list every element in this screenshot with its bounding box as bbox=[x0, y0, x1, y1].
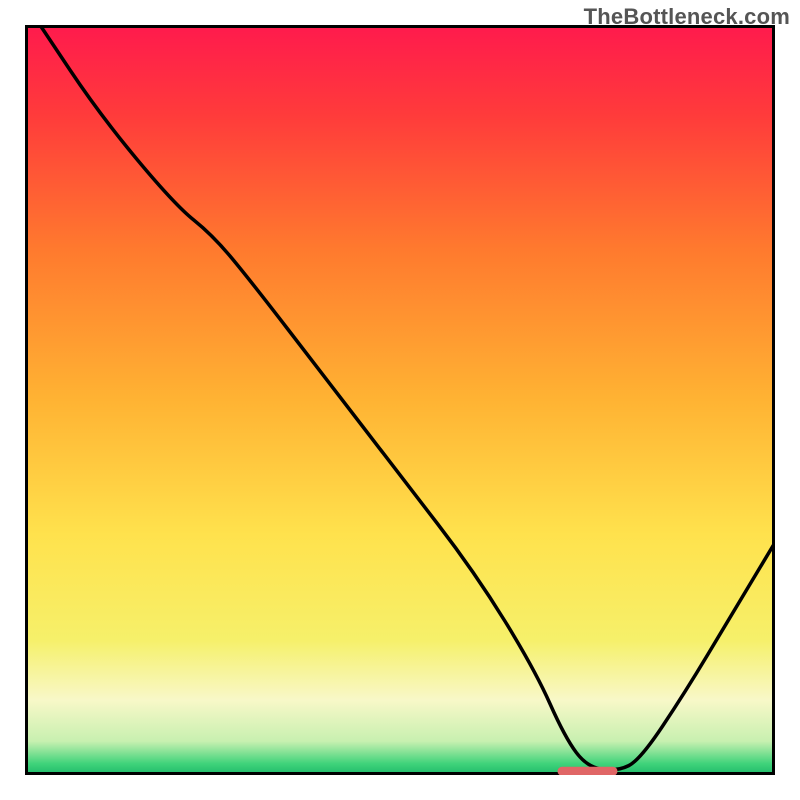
gradient-background bbox=[25, 25, 775, 775]
optimal-marker bbox=[558, 767, 618, 775]
plot-svg bbox=[25, 25, 775, 775]
chart-container: TheBottleneck.com bbox=[0, 0, 800, 800]
plot-area bbox=[25, 25, 775, 775]
